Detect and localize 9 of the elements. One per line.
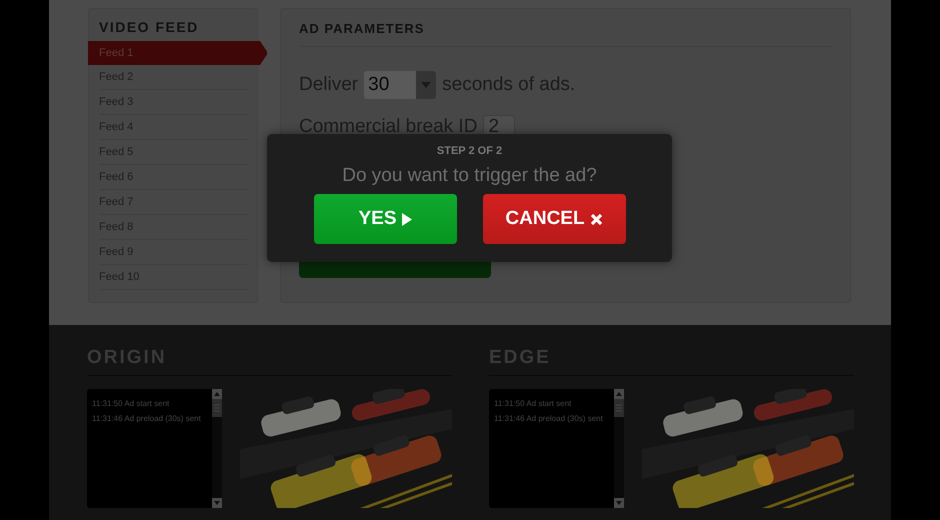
cancel-button[interactable]: CANCEL [482,194,626,244]
log-entry: 11:31:50 Ad start sent [92,399,170,408]
dialog-question: Do you want to trigger the ad? [341,165,598,187]
log-entry: 11:31:46 Ad preload (30s) sent [494,414,604,423]
log-entry: 11:31:50 Ad start sent [494,399,572,408]
step-label: STEP 2 OF 2 [436,145,504,157]
seconds-dropdown[interactable]: 30 [364,71,436,99]
log-entry: 11:31:46 Ad preload (30s) sent [92,414,202,423]
yes-button[interactable]: YES [314,194,456,244]
